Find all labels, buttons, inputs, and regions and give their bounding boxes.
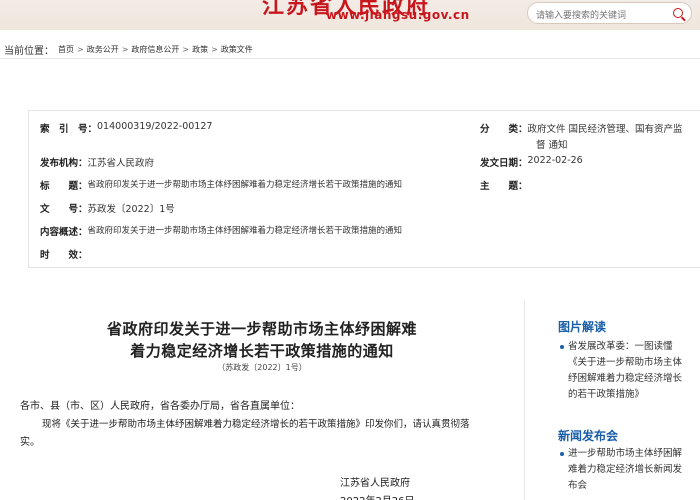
meta-subject-row: 主 题： xyxy=(480,178,528,192)
breadcrumb-policy-docs[interactable]: 政策文件 xyxy=(221,44,253,55)
meta-publisher-value: 江苏省人民政府 xyxy=(87,158,155,169)
document-number: （苏政发〔2022〕1号） xyxy=(217,363,307,372)
breadcrumb-divider xyxy=(0,58,700,59)
meta-publisher-row: 发布机构： 江苏省人民政府 xyxy=(40,155,154,169)
meta-category-value: 政府文件 国民经济管理、国有资产监 xyxy=(527,124,683,135)
meta-date-label: 发文日期： xyxy=(480,158,528,169)
sidebar-section-press-conference[interactable]: 新闻发布会 xyxy=(558,427,618,444)
meta-validity-label: 时 效： xyxy=(40,250,88,261)
breadcrumb: 当前位置： 首页 > 政务公开 > 政府信息公开 > 政策 > 政策文件 xyxy=(4,42,253,57)
meta-title-row: 标 题： 省政府印发关于进一步帮助市场主体纾困解难着力稳定经济增长若干政策措施的… xyxy=(40,178,402,192)
meta-category-label: 分 类： xyxy=(480,124,528,135)
breadcrumb-separator: > xyxy=(77,45,84,54)
meta-validity-row: 时 效： xyxy=(40,247,88,261)
document-title-line-2: 着力稳定经济增长若干政策措施的通知 xyxy=(130,342,394,360)
document-body-line-2: 实。 xyxy=(20,437,40,448)
sidebar-item-line: 进一步帮助市场主体纾困解 xyxy=(568,448,683,459)
meta-subject-label: 主 题： xyxy=(480,181,528,192)
sidebar-item-line: 布会 xyxy=(568,480,588,491)
breadcrumb-separator: > xyxy=(121,45,129,54)
meta-docno-row: 文 号： 苏政发〔2022〕1号 xyxy=(40,201,175,215)
meta-docno-label: 文 号： xyxy=(40,204,88,215)
search-box[interactable] xyxy=(527,2,692,26)
search-icon[interactable] xyxy=(673,8,683,18)
meta-docno-value: 苏政发〔2022〕1号 xyxy=(87,204,175,215)
sidebar-divider xyxy=(524,300,525,500)
sidebar-section-picture-interpretation[interactable]: 图片解读 xyxy=(558,318,606,335)
document-signer: 江苏省人民政府 xyxy=(340,478,410,489)
meta-index-row: 索 引 号： 014000319/2022-00127 xyxy=(40,121,212,135)
breadcrumb-home[interactable]: 首页 xyxy=(58,44,74,55)
sidebar-item-line: 省发展改革委：一图读懂 xyxy=(568,341,673,352)
bullet-icon xyxy=(560,452,564,456)
meta-index-value: 014000319/2022-00127 xyxy=(97,121,213,132)
site-url: www.jiangsu.gov.cn xyxy=(326,8,470,22)
search-input[interactable] xyxy=(536,6,666,26)
sidebar-item-press-conference[interactable]: 进一步帮助市场主体纾困解 难着力稳定经济增长新闻发 布会 xyxy=(560,446,698,494)
meta-title-label: 标 题： xyxy=(40,181,88,192)
meta-title-value: 省政府印发关于进一步帮助市场主体纾困解难着力稳定经济增长若干政策措施的通知 xyxy=(87,180,403,190)
sidebar-item-picture-interpretation[interactable]: 省发展改革委：一图读懂 《关于进一步帮助市场主体 纾困解难着力稳定经济增长 的若… xyxy=(560,339,698,403)
meta-date-row: 发文日期： 2022-02-26 xyxy=(480,155,583,169)
document-sign-date: 2022年2月26日 xyxy=(340,492,415,500)
breadcrumb-info-disclosure[interactable]: 政府信息公开 xyxy=(131,44,179,55)
sidebar-item-line: 《关于进一步帮助市场主体 xyxy=(568,357,683,368)
meta-summary-value: 省政府印发关于进一步帮助市场主体纾困解难着力稳定经济增长若干政策措施的通知 xyxy=(87,226,403,236)
bullet-icon xyxy=(560,345,564,349)
meta-date-value: 2022-02-26 xyxy=(527,155,583,166)
document-title-line-1: 省政府印发关于进一步帮助市场主体纾困解难 xyxy=(106,320,417,338)
sidebar-item-line: 的若干政策措施》 xyxy=(568,389,645,400)
breadcrumb-separator: > xyxy=(182,45,190,54)
document-salutation: 各市、县（市、区）人民政府，省各委办厅局，省各直属单位： xyxy=(20,401,300,412)
document-body-line-1: 现将《关于进一步帮助市场主体纾困解难着力稳定经济增长的若干政策措施》印发你们，请… xyxy=(42,419,470,430)
meta-summary-row: 内容概述： 省政府印发关于进一步帮助市场主体纾困解难着力稳定经济增长若干政策措施… xyxy=(40,224,402,238)
breadcrumb-policy[interactable]: 政策 xyxy=(192,44,208,55)
meta-category-row-2: 督 通知 xyxy=(536,137,568,151)
meta-publisher-label: 发布机构： xyxy=(40,158,88,169)
meta-summary-label: 内容概述： xyxy=(40,227,88,238)
sidebar-item-line: 纾困解难着力稳定经济增长 xyxy=(568,373,683,384)
site-header: 江苏省人民政府 www.jiangsu.gov.cn xyxy=(0,0,700,30)
breadcrumb-separator: > xyxy=(211,45,218,54)
meta-index-label: 索 引 号： xyxy=(40,124,98,135)
breadcrumb-label: 当前位置： xyxy=(4,46,54,57)
meta-category-row: 分 类： 政府文件 国民经济管理、国有资产监 xyxy=(480,121,683,135)
meta-category-value-2: 督 通知 xyxy=(536,140,568,151)
breadcrumb-gov-affairs[interactable]: 政务公开 xyxy=(87,44,119,55)
sidebar-item-line: 难着力稳定经济增长新闻发 xyxy=(568,464,683,475)
